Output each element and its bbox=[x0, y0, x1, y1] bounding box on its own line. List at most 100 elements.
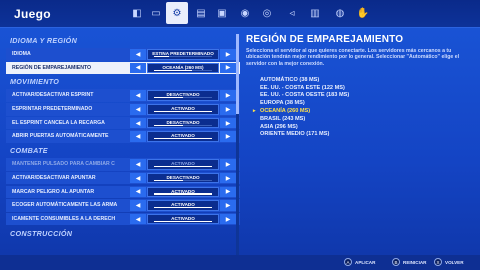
setting-row[interactable]: IDIOMA ◀ ESTINA PREDETERMINADO ▶ bbox=[6, 48, 240, 61]
region-option-label: OCEANÍA (260 MS) bbox=[260, 108, 311, 115]
setting-row[interactable]: ICAMENTE CONSUMIBLES A LA DERECH ◀ ACTIVAD… bbox=[6, 212, 240, 226]
region-option[interactable]: AUTOMÁTICO (38 MS) bbox=[260, 77, 474, 85]
hint-label: APLICAR bbox=[355, 259, 376, 265]
scrollbar-thumb[interactable] bbox=[236, 34, 239, 114]
setting-label: MANTENER PULSADO PARA CAMBIAR C bbox=[12, 161, 115, 168]
account-tab-icon[interactable]: ▥ bbox=[306, 4, 324, 22]
setting-value: ACTIVADO bbox=[147, 186, 219, 197]
arrow-right-icon[interactable]: ▶ bbox=[220, 200, 236, 211]
touch-tab-icon[interactable]: ✋ bbox=[354, 4, 372, 22]
arrow-right-icon[interactable]: ▶ bbox=[220, 104, 236, 115]
region-option[interactable]: ASIA (296 MS) bbox=[260, 124, 474, 132]
arrow-left-icon[interactable]: ◀ bbox=[130, 62, 146, 74]
arrow-right-icon[interactable]: ▶ bbox=[220, 49, 236, 60]
arrow-left-icon[interactable]: ◀ bbox=[130, 117, 146, 129]
region-option[interactable]: ORIENTE MEDIO (171 MS) bbox=[260, 131, 474, 139]
setting-label: ICAMENTE CONSUMIBLES A LA DERECH bbox=[12, 215, 116, 222]
setting-label: ECOGER AUTOMÁTICAMENTE LAS ARMA bbox=[12, 202, 118, 209]
arrow-left-icon[interactable]: ◀ bbox=[130, 49, 146, 60]
setting-value: ACTIVADO bbox=[147, 200, 219, 211]
keyboard-tab-icon[interactable]: ▤ bbox=[192, 4, 210, 22]
bottom-bar: A APLICAR B REINICIAR X VOLVER bbox=[0, 255, 480, 270]
setting-row[interactable]: MANTENER PULSADO PARA CAMBIAR C ◀ ACTIVADO… bbox=[6, 158, 240, 171]
arrow-right-icon[interactable]: ▶ bbox=[220, 62, 236, 74]
setting-value: ACTIVADO bbox=[147, 104, 219, 115]
gamepad-tab-icon[interactable]: ◎ bbox=[258, 4, 276, 22]
scrollbar[interactable] bbox=[236, 34, 239, 259]
setting-label: IDIOMA bbox=[12, 51, 31, 57]
arrow-left-icon[interactable]: ◀ bbox=[130, 90, 146, 101]
region-option[interactable]: EE. UU. - COSTA ESTE (122 MS) bbox=[260, 85, 474, 93]
region-option[interactable]: EUROPA (38 MS) bbox=[260, 100, 474, 108]
setting-value: DESACTIVADO bbox=[147, 90, 219, 101]
region-option[interactable]: ▸ OCEANÍA (260 MS) bbox=[253, 108, 474, 116]
settings-tab-icon[interactable]: ⚙ bbox=[166, 2, 188, 24]
section-heading: IDIOMA Y REGIÓN bbox=[10, 36, 78, 45]
detail-description: Selecciona el servidor al que quieres co… bbox=[246, 48, 460, 67]
window-tab-icon[interactable]: ▣ bbox=[213, 4, 231, 22]
display-tab-icon[interactable]: ▭ bbox=[147, 4, 165, 22]
reset-hint[interactable]: B REINICIAR bbox=[392, 258, 426, 266]
section-heading: COMBATE bbox=[10, 146, 48, 156]
arrow-left-icon[interactable]: ◀ bbox=[130, 131, 146, 142]
setting-row[interactable]: REGIÓN DE EMPAREJAMIENTO ◀ OCEANÍA (260 MS… bbox=[6, 61, 240, 75]
setting-label: REGIÓN DE EMPAREJAMIENTO bbox=[12, 64, 92, 71]
region-option-label: AUTOMÁTICO (38 MS) bbox=[260, 76, 320, 83]
region-option-label: BRASIL (243 MS) bbox=[260, 115, 306, 122]
value-slider bbox=[154, 193, 212, 195]
setting-row[interactable]: ACTIVAR/DESACTIVAR ESPRINT ◀ DESACTIVADO ▶ bbox=[6, 89, 240, 102]
section-heading: CONSTRUCCIÓN bbox=[10, 228, 73, 238]
arrow-right-icon[interactable]: ▶ bbox=[220, 90, 236, 101]
value-slider bbox=[154, 124, 212, 126]
setting-label: ACTIVAR/DESACTIVAR APUNTAR bbox=[12, 174, 96, 181]
setting-value: ACTIVADO bbox=[147, 213, 219, 225]
setting-row[interactable]: ESPRINTAR PREDETERMINADO ◀ ACTIVADO ▶ bbox=[6, 103, 240, 116]
selected-marker-icon: ▸ bbox=[253, 108, 256, 115]
arrow-left-icon[interactable]: ◀ bbox=[130, 159, 146, 170]
controller-button-icon: B bbox=[392, 258, 400, 266]
audio-tab-icon[interactable]: ◃ bbox=[283, 4, 301, 22]
value-slider bbox=[154, 97, 212, 99]
setting-row[interactable]: ABRIR PUERTAS AUTOMÁTICAMENTE ◀ ACTIVADO ▶ bbox=[6, 130, 240, 143]
arrow-right-icon[interactable]: ▶ bbox=[220, 159, 236, 170]
controller-button-icon: A bbox=[344, 258, 352, 266]
setting-value: ACTIVADO bbox=[147, 131, 219, 142]
setting-row[interactable]: ACTIVAR/DESACTIVAR APUNTAR ◀ DESACTIVADO ▶ bbox=[6, 171, 240, 185]
arrow-left-icon[interactable]: ◀ bbox=[130, 104, 146, 115]
value-slider bbox=[154, 110, 212, 113]
detail-panel: REGIÓN DE EMPAREJAMIENTO Selecciona el s… bbox=[246, 34, 474, 254]
arrow-right-icon[interactable]: ▶ bbox=[220, 172, 236, 184]
setting-row[interactable]: ECOGER AUTOMÁTICAMENTE LAS ARMA ◀ ACTIVADO… bbox=[6, 199, 240, 212]
setting-value: DESACTIVADO bbox=[147, 172, 219, 184]
back-hint[interactable]: X VOLVER bbox=[434, 258, 464, 266]
top-bar: Juego ◧ ▭ ⚙ ▤ ▣ ◉ ◎ ◃ ▥ ◍ ✋ bbox=[0, 0, 480, 28]
apply-hint[interactable]: A APLICAR bbox=[344, 258, 375, 266]
arrow-left-icon[interactable]: ◀ bbox=[130, 172, 146, 184]
controller-tab-icon[interactable]: ◧ bbox=[128, 4, 146, 22]
section-heading: MOVIMIENTO bbox=[10, 77, 60, 87]
arrow-right-icon[interactable]: ▶ bbox=[220, 117, 236, 129]
setting-row[interactable]: EL ESPRINT CANCELA LA RECARGA ◀ DESACTIVAD… bbox=[6, 116, 240, 130]
setting-row[interactable]: MARCAR PELIGRO AL APUNTAR ◀ ACTIVADO ▶ bbox=[6, 185, 240, 198]
setting-label: ACTIVAR/DESACTIVAR ESPRINT bbox=[12, 92, 94, 99]
region-option-label: EE. UU. - COSTA ESTE (122 MS) bbox=[260, 84, 345, 91]
setting-value: ACTIVADO bbox=[147, 159, 219, 170]
region-option-label: EUROPA (38 MS) bbox=[260, 100, 305, 107]
arrow-left-icon[interactable]: ◀ bbox=[130, 186, 146, 197]
arrow-right-icon[interactable]: ▶ bbox=[220, 213, 236, 225]
controller-button-icon: X bbox=[434, 258, 442, 266]
region-option[interactable]: EE. UU. - COSTA OESTE (183 MS) bbox=[260, 92, 474, 100]
value-slider bbox=[154, 220, 212, 222]
arrow-left-icon[interactable]: ◀ bbox=[130, 200, 146, 211]
arrow-left-icon[interactable]: ◀ bbox=[130, 213, 146, 225]
value-slider bbox=[154, 69, 212, 71]
arrow-right-icon[interactable]: ▶ bbox=[220, 186, 236, 197]
region-option[interactable]: BRASIL (243 MS) bbox=[260, 116, 474, 124]
page-title: Juego bbox=[14, 7, 51, 21]
arrow-right-icon[interactable]: ▶ bbox=[220, 131, 236, 142]
user-tab-icon[interactable]: ◉ bbox=[236, 4, 254, 22]
value-slider bbox=[154, 179, 212, 181]
setting-label: EL ESPRINT CANCELA LA RECARGA bbox=[12, 119, 105, 126]
setting-value: DESACTIVADO bbox=[147, 117, 219, 129]
controller2-tab-icon[interactable]: ◍ bbox=[331, 4, 349, 22]
